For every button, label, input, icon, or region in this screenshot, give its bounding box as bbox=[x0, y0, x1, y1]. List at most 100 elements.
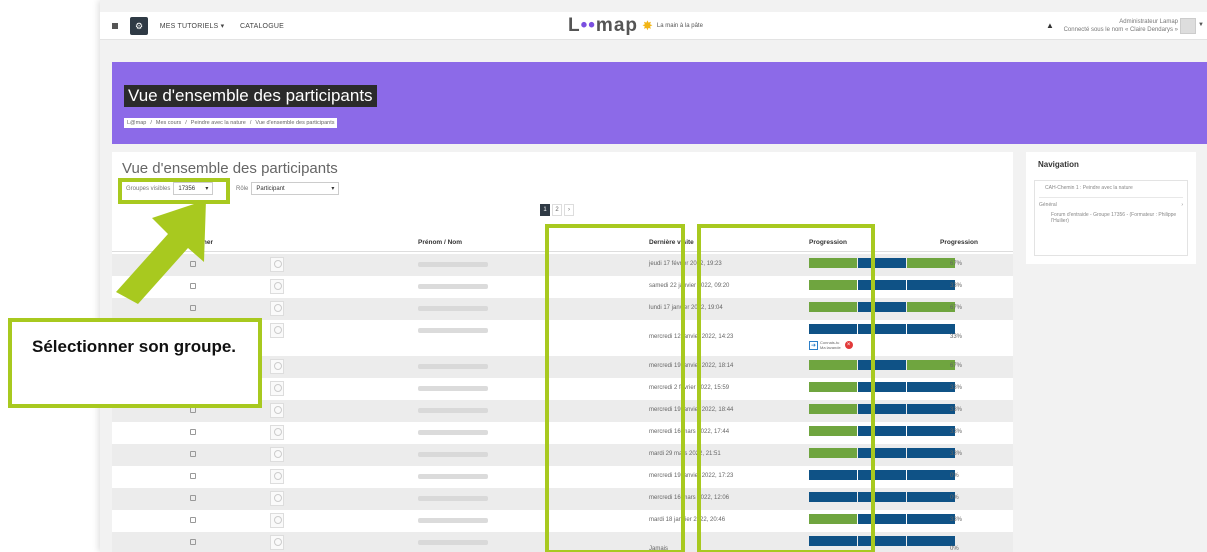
participant-name-redacted[interactable] bbox=[418, 364, 488, 369]
last-visit-date: Jamais bbox=[649, 546, 669, 552]
next-page-button[interactable]: › bbox=[564, 204, 574, 216]
progress-percent: 33% bbox=[950, 283, 963, 289]
participant-name-redacted[interactable] bbox=[418, 452, 488, 457]
progress-segment-todo bbox=[907, 324, 955, 334]
progress-percent: 0% bbox=[950, 546, 959, 552]
participant-name-redacted[interactable] bbox=[418, 474, 488, 479]
progress-bar bbox=[809, 280, 955, 290]
participant-name-redacted[interactable] bbox=[418, 328, 488, 333]
progress-percent: 0% bbox=[950, 495, 959, 501]
page-1-button[interactable]: 1 bbox=[540, 204, 550, 216]
participant-name-redacted[interactable] bbox=[418, 518, 488, 523]
progress-segment-done bbox=[809, 280, 857, 290]
user-avatar bbox=[270, 425, 284, 440]
catalogue-link[interactable]: CATALOGUE bbox=[236, 17, 288, 35]
last-visit-date: mercredi 16 mars 2022, 17:44 bbox=[649, 429, 730, 435]
col-name[interactable]: Prénom / Nom bbox=[418, 239, 462, 246]
progress-segment-todo bbox=[858, 536, 906, 546]
progress-segment-todo bbox=[907, 280, 955, 290]
page-header-banner: Vue d'ensemble des participants L@map / M… bbox=[112, 62, 1207, 144]
progress-segment-done bbox=[809, 404, 857, 414]
participant-name-redacted[interactable] bbox=[418, 496, 488, 501]
participant-name-redacted[interactable] bbox=[418, 430, 488, 435]
user-subtitle: Connecté sous le nom « Claire Dendarys » bbox=[1063, 27, 1178, 33]
breadcrumb-item[interactable]: L@map bbox=[127, 120, 146, 126]
row-checkbox[interactable] bbox=[190, 429, 196, 435]
nav-forum-link[interactable]: Forum d'entraide - Groupe 17356 - (Forma… bbox=[1039, 212, 1183, 224]
last-visit-date: mercredi 19 janvier 2022, 18:14 bbox=[649, 363, 734, 369]
col-progress-bar: Progression bbox=[809, 239, 847, 246]
progress-segment-todo bbox=[858, 382, 906, 392]
breadcrumb-item[interactable]: Peindre avec la nature bbox=[191, 120, 246, 126]
share-icon: ⚙ bbox=[134, 20, 144, 31]
progress-bar bbox=[809, 514, 955, 524]
logo-subtitle: La main à la pâte bbox=[656, 22, 703, 29]
progress-bar bbox=[809, 360, 955, 370]
progress-bar bbox=[809, 492, 955, 502]
my-tutorials-menu[interactable]: MES TUTORIELS ▾ bbox=[156, 17, 228, 35]
last-visit-date: samedi 22 janvier 2022, 09:20 bbox=[649, 283, 730, 289]
progress-bar bbox=[809, 426, 955, 436]
progress-segment-todo bbox=[858, 324, 906, 334]
progress-bar bbox=[809, 258, 955, 268]
site-logo[interactable]: L••map ✸ La main à la pâte bbox=[568, 15, 705, 37]
chevron-down-icon[interactable]: ▼ bbox=[1198, 22, 1204, 28]
role-select[interactable]: Participant ▾ bbox=[251, 182, 340, 195]
table-row: lundi 17 janvier 2022, 19:04 67% bbox=[112, 298, 1013, 320]
table-row: mardi 18 janvier 2022, 20:46 33% bbox=[112, 510, 1013, 532]
progress-percent: 0% bbox=[950, 473, 959, 479]
table-row: Jamais➜Connais-tuMa lavande×0% bbox=[112, 532, 1013, 552]
nav-section-general[interactable]: Général › bbox=[1039, 202, 1183, 208]
participant-name-redacted[interactable] bbox=[418, 540, 488, 545]
row-checkbox[interactable] bbox=[190, 451, 196, 457]
row-checkbox[interactable] bbox=[190, 473, 196, 479]
participant-name-redacted[interactable] bbox=[418, 408, 488, 413]
nav-course-link[interactable]: CAH-Chemin 1 : Peindre avec la nature bbox=[1039, 185, 1183, 198]
breadcrumb-item[interactable]: Mes cours bbox=[156, 120, 181, 126]
sun-icon: ✸ bbox=[642, 18, 653, 33]
navigation-title: Navigation bbox=[1038, 160, 1079, 169]
top-navbar: ⚙ MES TUTORIELS ▾ CATALOGUE L••map ✸ La … bbox=[100, 12, 1207, 40]
progress-segment-todo bbox=[907, 382, 955, 392]
progress-segment-done bbox=[809, 360, 857, 370]
admin-settings-button[interactable]: ⚙ bbox=[130, 17, 148, 35]
activity-status[interactable]: ➜ Connais-tu Ma lavande × bbox=[809, 340, 853, 350]
row-checkbox[interactable] bbox=[190, 495, 196, 501]
row-checkbox[interactable] bbox=[190, 539, 196, 545]
table-header: Sélectionner Prénom / Nom Dernière visit… bbox=[112, 234, 1013, 252]
last-visit-date: mardi 29 mars 2022, 21:51 bbox=[649, 451, 721, 457]
groups-select[interactable]: 17356 ▾ bbox=[173, 182, 214, 195]
bell-icon[interactable]: ▲ bbox=[1046, 21, 1054, 30]
activity-label: Connais-tu Ma lavande bbox=[820, 340, 841, 350]
participant-name-redacted[interactable] bbox=[418, 306, 488, 311]
progress-percent: 67% bbox=[950, 261, 963, 267]
breadcrumb: L@map / Mes cours / Peindre avec la nature… bbox=[124, 118, 338, 128]
avatar[interactable] bbox=[1180, 18, 1196, 34]
user-menu[interactable]: Administrateur Lamap Connecté sous le no… bbox=[1060, 18, 1178, 34]
progress-segment-todo bbox=[858, 448, 906, 458]
progress-percent: 33% bbox=[950, 407, 963, 413]
last-visit-date: jeudi 17 février 2022, 19:23 bbox=[649, 261, 722, 267]
progress-bar bbox=[809, 324, 955, 334]
progress-segment-todo bbox=[907, 404, 955, 414]
col-progress-pct: Progression bbox=[940, 239, 978, 246]
progress-segment-todo bbox=[907, 492, 955, 502]
col-last-visit[interactable]: Dernière visite bbox=[649, 239, 694, 246]
participant-name-redacted[interactable] bbox=[418, 262, 488, 267]
participant-name-redacted[interactable] bbox=[418, 386, 488, 391]
row-checkbox[interactable] bbox=[190, 517, 196, 523]
error-icon: × bbox=[844, 341, 853, 349]
last-visit-date: mercredi 19 janvier 2022, 18:44 bbox=[649, 407, 734, 413]
role-label: Rôle bbox=[236, 185, 249, 192]
progress-percent: 33% bbox=[950, 451, 963, 457]
page-2-button[interactable]: 2 bbox=[552, 204, 562, 216]
progress-segment-done bbox=[809, 426, 857, 436]
user-avatar bbox=[270, 279, 284, 294]
navigation-tree: CAH-Chemin 1 : Peindre avec la nature Gé… bbox=[1034, 180, 1188, 256]
user-avatar bbox=[270, 403, 284, 418]
participant-name-redacted[interactable] bbox=[418, 284, 488, 289]
user-avatar bbox=[270, 301, 284, 316]
progress-segment-todo bbox=[907, 448, 955, 458]
drawer-toggle-button[interactable] bbox=[108, 17, 122, 35]
groups-label: Groupes visibles bbox=[126, 185, 171, 192]
